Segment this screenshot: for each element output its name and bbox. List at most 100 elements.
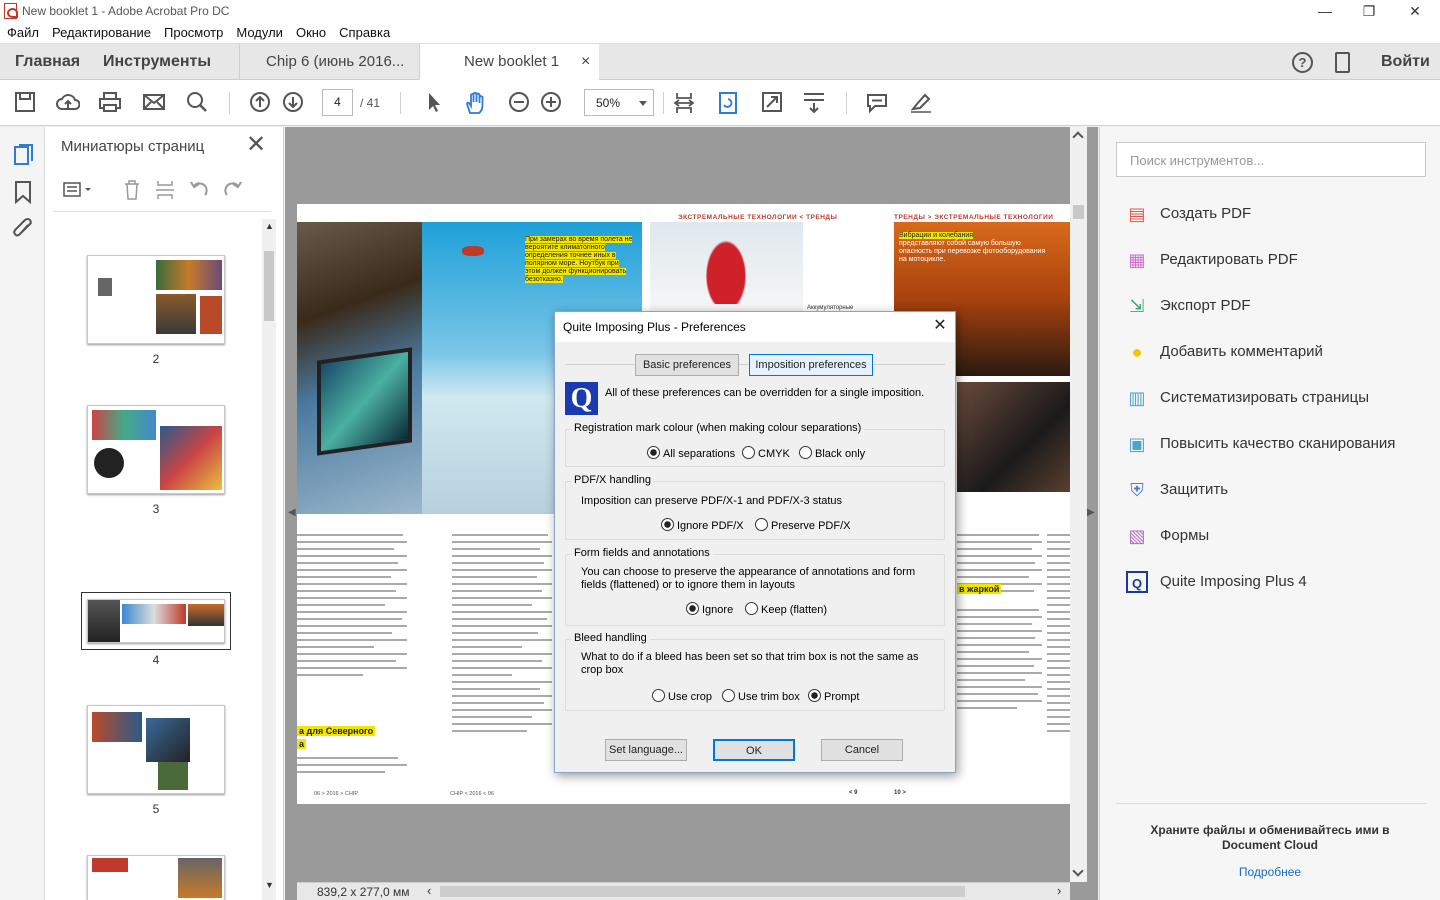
document-scrollbar[interactable] <box>1070 127 1087 882</box>
close-panel-icon[interactable]: ✕ <box>245 133 267 157</box>
page-thumbnail[interactable] <box>87 405 225 494</box>
radio-label: Ignore PDF/X <box>677 520 744 532</box>
next-page-icon[interactable] <box>281 91 305 115</box>
full-screen-icon[interactable] <box>760 91 784 115</box>
email-icon[interactable] <box>142 91 166 115</box>
tool-label: Формы <box>1160 527 1210 544</box>
thumbnails-scrollbar[interactable]: ▲ ▼ <box>262 219 276 900</box>
text-column <box>297 534 407 681</box>
zoom-out-icon[interactable] <box>507 91 531 115</box>
close-tab-icon[interactable]: × <box>581 44 590 80</box>
menu-edit[interactable]: Редактирование <box>45 22 157 40</box>
tab-tools[interactable]: Инструменты <box>103 44 211 80</box>
page-thumbnail[interactable] <box>87 855 225 900</box>
radio-ignore-pdfx[interactable]: Ignore PDF/X <box>661 518 744 532</box>
thumb-options-icon[interactable] <box>63 180 95 203</box>
prev-page-icon[interactable] <box>248 91 272 115</box>
menu-view[interactable]: Просмотр <box>157 22 229 40</box>
rotate-cw-icon[interactable] <box>222 179 244 204</box>
thumb-image <box>156 294 196 334</box>
learn-more-link[interactable]: Подробнее <box>1130 865 1410 879</box>
hand-tool-icon[interactable] <box>463 91 487 115</box>
set-language-button[interactable]: Set language... <box>605 739 687 761</box>
tab-doc-chip[interactable]: Chip 6 (июнь 2016... <box>239 44 419 80</box>
registration-label: Registration mark colour (when making co… <box>571 422 865 434</box>
page-thumbnail[interactable] <box>87 705 225 794</box>
scroll-down-icon[interactable]: ▼ <box>265 880 274 890</box>
zoom-in-icon[interactable] <box>539 91 563 115</box>
menu-file[interactable]: Файл <box>0 22 45 40</box>
radio-ignore-forms[interactable]: Ignore <box>686 602 733 616</box>
scroll-mode-icon[interactable] <box>802 91 826 115</box>
attachments-icon[interactable] <box>12 217 34 244</box>
thumb-image <box>146 718 190 762</box>
menu-window[interactable]: Окно <box>289 22 332 40</box>
radio-preserve-pdfx[interactable]: Preserve PDF/X <box>755 518 850 532</box>
tool-search-input[interactable]: Поиск инструментов... <box>1116 142 1426 177</box>
radio-use-trim-box[interactable]: Use trim box <box>722 689 800 703</box>
collapse-right-icon[interactable]: ▶ <box>1087 507 1095 518</box>
caption-highlight: При замерах во время полета не вероятите… <box>525 236 633 283</box>
collapse-left-icon[interactable]: ◀ <box>288 507 296 518</box>
tool-label: Систематизировать страницы <box>1160 389 1370 406</box>
scroll-up-icon[interactable] <box>1072 131 1084 143</box>
toolbar-divider <box>663 92 664 114</box>
page-number-input[interactable]: 4 <box>322 89 353 116</box>
scroll-right-icon[interactable]: › <box>1057 883 1061 898</box>
close-window-button[interactable]: ✕ <box>1392 0 1438 22</box>
scroll-left-icon[interactable]: ‹ <box>427 883 431 898</box>
insert-page-icon[interactable] <box>155 179 175 204</box>
photo-camera <box>957 382 1070 492</box>
highlight-pen-icon[interactable] <box>909 91 933 115</box>
signin-button[interactable]: Войти <box>1381 44 1430 80</box>
radio-use-crop[interactable]: Use crop <box>652 689 712 703</box>
rotate-ccw-icon[interactable] <box>188 179 210 204</box>
upload-cloud-icon[interactable] <box>56 91 81 115</box>
page-thumbnail[interactable] <box>87 599 225 643</box>
thumb-image <box>88 600 120 642</box>
article-heading-left: а для Северного <box>297 726 376 736</box>
zoom-select[interactable]: 50% <box>584 89 654 116</box>
print-icon[interactable] <box>98 91 122 115</box>
radio-cmyk[interactable]: CMYK <box>742 446 790 460</box>
tools-pane: Поиск инструментов... Храните файлы и об… <box>1099 127 1440 900</box>
fit-page-icon[interactable] <box>672 91 696 115</box>
search-icon[interactable] <box>185 91 209 115</box>
tab-imposition-preferences[interactable]: Imposition preferences <box>749 354 873 376</box>
minimize-button[interactable]: — <box>1302 0 1348 22</box>
scrollbar-thumb[interactable] <box>264 251 274 321</box>
menu-plugins[interactable]: Модули <box>229 22 289 40</box>
document-cloud-promo: Храните файлы и обменивайтесь ими в Docu… <box>1150 823 1390 852</box>
tab-home[interactable]: Главная <box>15 44 80 80</box>
rotate-page-icon[interactable] <box>716 91 740 115</box>
radio-all-separations[interactable]: All separations <box>647 446 735 460</box>
scrollbar-thumb[interactable] <box>1073 205 1084 219</box>
select-cursor-icon[interactable] <box>422 91 446 115</box>
restore-button[interactable]: ❐ <box>1346 0 1392 22</box>
radio-prompt[interactable]: Prompt <box>808 689 859 703</box>
save-icon[interactable] <box>13 91 37 115</box>
cancel-button[interactable]: Cancel <box>821 739 903 761</box>
radio-label: Preserve PDF/X <box>771 520 851 532</box>
horizontal-scrollbar-thumb[interactable] <box>440 886 965 897</box>
toolbar: 4 / 41 50% <box>0 80 1440 126</box>
dialog-close-icon[interactable]: ✕ <box>929 315 951 337</box>
mobile-link-icon[interactable] <box>1335 52 1350 73</box>
text-column <box>1047 534 1070 737</box>
ok-button[interactable]: OK <box>713 739 795 761</box>
bleed-text: What to do if a bleed has been set so th… <box>581 651 919 676</box>
help-icon[interactable]: ? <box>1292 52 1313 73</box>
page-thumbnails-icon[interactable] <box>13 143 35 170</box>
caption-vibration-text: представляют собой самую большую опаснос… <box>899 240 1046 263</box>
tab-doc-booklet[interactable]: New booklet 1 × <box>419 44 599 80</box>
scroll-down-icon[interactable] <box>1072 865 1084 877</box>
bookmarks-icon[interactable] <box>14 180 32 207</box>
radio-keep-flatten[interactable]: Keep (flatten) <box>745 602 827 616</box>
tab-basic-preferences[interactable]: Basic preferences <box>635 354 739 376</box>
delete-page-icon[interactable] <box>122 179 142 204</box>
comment-icon[interactable] <box>865 91 889 115</box>
menu-help[interactable]: Справка <box>332 22 396 40</box>
page-thumbnail[interactable] <box>87 255 225 344</box>
radio-black-only[interactable]: Black only <box>799 446 865 460</box>
scroll-up-icon[interactable]: ▲ <box>265 221 274 231</box>
